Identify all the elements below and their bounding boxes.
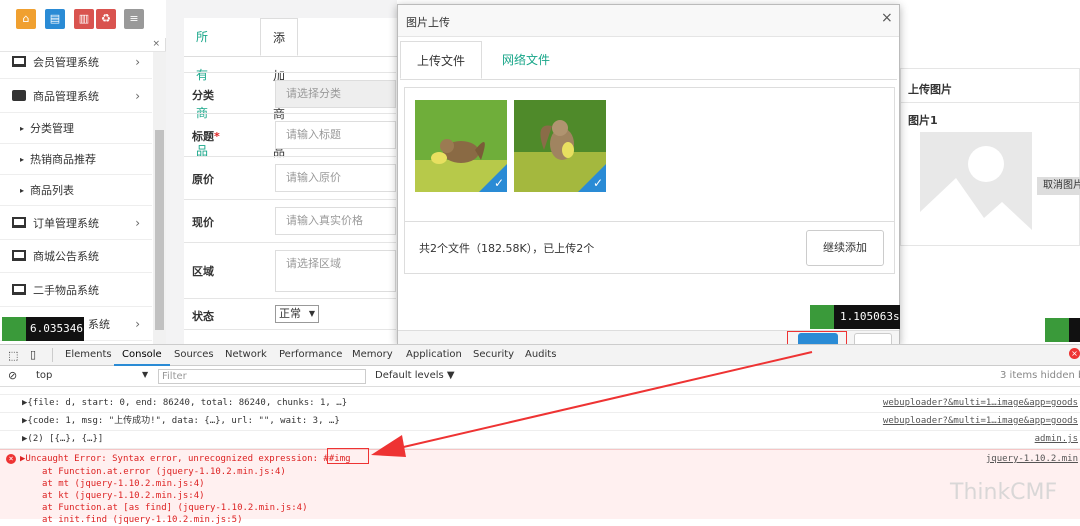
annotation-arrow	[371, 351, 813, 457]
